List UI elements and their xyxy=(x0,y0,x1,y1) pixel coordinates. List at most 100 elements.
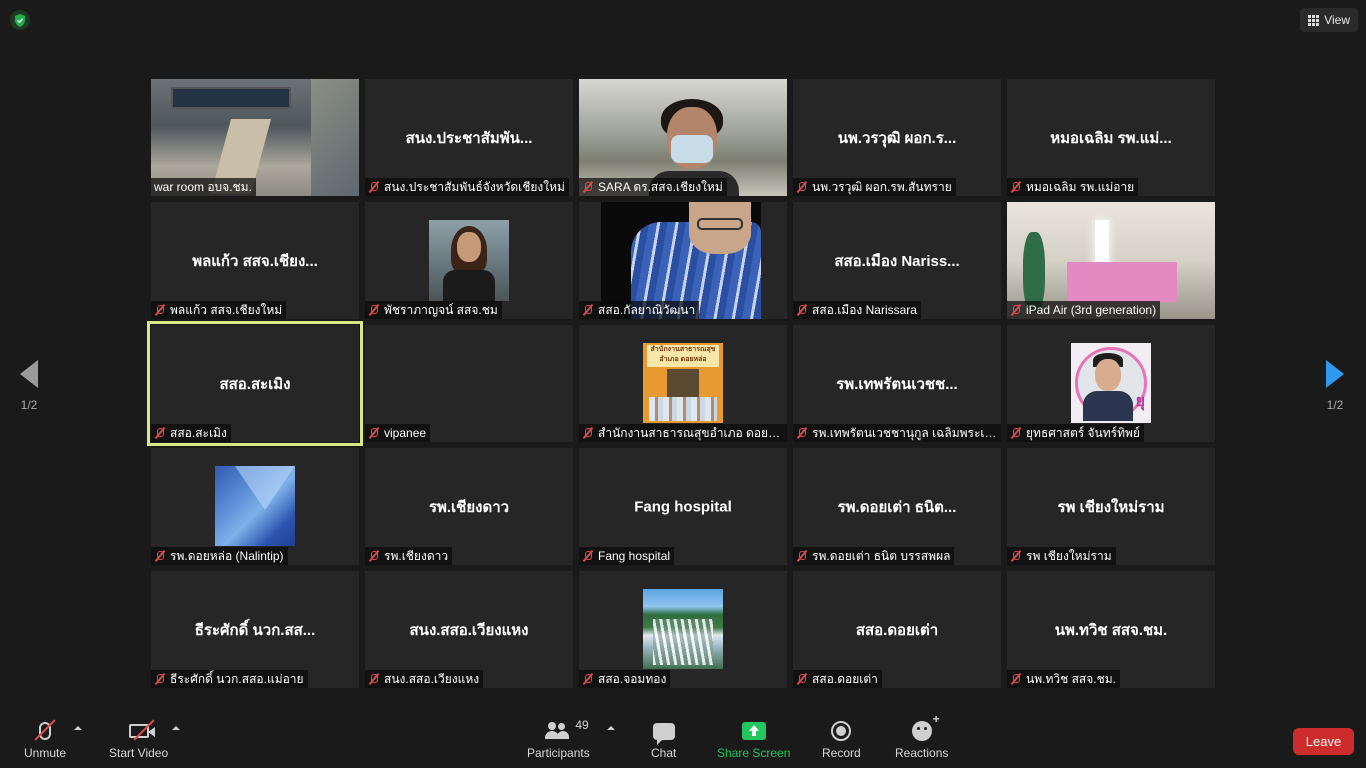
participant-tile[interactable]: พลแก้ว สสจ.เชียง... พลแก้ว สสจ.เชียงใหม่ xyxy=(151,202,359,319)
participant-display-name: สนง.ประชาสัมพัน... xyxy=(405,129,533,147)
share-screen-icon xyxy=(741,718,766,744)
participant-name-label: พลแก้ว สสจ.เชียงใหม่ xyxy=(151,301,287,319)
unmute-button[interactable]: Unmute xyxy=(24,718,66,760)
participant-tile[interactable]: สสอ.ดอยเต่า สสอ.ดอยเต่า xyxy=(793,571,1001,688)
participant-name-label: รพ.เทพรัตนเวชชานุกูล เฉลิมพระเกียรติ xyxy=(793,424,1001,442)
video-options-caret[interactable] xyxy=(172,726,180,730)
participant-tile[interactable]: รพ เชียงใหม่ราม รพ เชียงใหม่ราม xyxy=(1007,448,1215,565)
mic-muted-icon xyxy=(582,673,594,685)
participant-tile[interactable]: รพ.เชียงดาว รพ.เชียงดาว xyxy=(365,448,573,565)
security-shield-icon[interactable] xyxy=(10,10,30,30)
participant-tile[interactable]: หมอเฉลิม รพ.แม่... หมอเฉลิม รพ.แม่อาย xyxy=(1007,79,1215,196)
participant-name-label: สนง.สสอ.เวียงแหง xyxy=(365,670,484,688)
share-screen-button[interactable]: Share Screen xyxy=(717,718,790,760)
previous-page-button[interactable]: 1/2 xyxy=(9,360,49,412)
participant-name-label: war room อบจ.ชม. xyxy=(151,178,256,196)
participant-tile[interactable]: สสอ.เมือง Nariss... สสอ.เมือง Narissara xyxy=(793,202,1001,319)
mic-muted-icon xyxy=(368,427,380,439)
mic-muted-icon xyxy=(796,181,808,193)
reactions-icon xyxy=(911,712,940,744)
mic-muted-icon xyxy=(154,550,166,562)
participant-tile[interactable]: รพ.เทพรัตนเวชช... รพ.เทพรัตนเวชชานุกูล เ… xyxy=(793,325,1001,442)
arrow-left-icon xyxy=(20,360,38,388)
chat-button[interactable]: Chat xyxy=(651,718,676,760)
participant-display-name: หมอเฉลิม รพ.แม่... xyxy=(1050,129,1172,147)
participant-name-label: vipanee xyxy=(365,424,431,442)
mic-muted-icon xyxy=(368,673,380,685)
mic-muted-icon xyxy=(154,673,166,685)
participant-name-label: รพ เชียงใหม่ราม xyxy=(1007,547,1116,565)
mic-muted-icon xyxy=(1010,673,1022,685)
participant-name-label: SARA ดร.สสจ.เชียงใหม่ xyxy=(579,178,727,196)
audio-options-caret[interactable] xyxy=(74,726,82,730)
active-speaker-tile[interactable]: สสอ.สะเมิง สสอ.สะเมิง xyxy=(147,321,363,446)
participant-name-label: ธีระศักดิ์ นวก.สสอ.แม่อาย xyxy=(151,670,308,688)
participants-options-caret[interactable] xyxy=(607,726,615,730)
participant-tile[interactable]: iPad Air (3rd generation) xyxy=(1007,202,1215,319)
profile-picture xyxy=(429,220,509,302)
participant-tile[interactable]: ธีระศักดิ์ นวก.สส... ธีระศักดิ์ นวก.สสอ.… xyxy=(151,571,359,688)
participant-tile[interactable]: พัชราภาญจน์ สสจ.ชม xyxy=(365,202,573,319)
participant-tile[interactable]: สสอ.จอมทอง xyxy=(579,571,787,688)
participant-tile[interactable]: Fang hospital Fang hospital xyxy=(579,448,787,565)
participant-display-name: สนง.สสอ.เวียงแหง xyxy=(409,621,529,639)
participant-tile[interactable]: vipanee xyxy=(365,325,573,442)
mic-muted-icon xyxy=(368,550,380,562)
grid-view-icon xyxy=(1308,14,1320,26)
next-page-button[interactable]: 1/2 xyxy=(1315,360,1355,412)
participant-tile[interactable]: สำนักงานสาธารณสุข อำเภอ ดอยหล่อ สำนักงาน… xyxy=(579,325,787,442)
participant-display-name: รพ.เทพรัตนเวชช... xyxy=(836,375,958,393)
participant-tile[interactable]: รพ.ดอยเต่า ธนิต... รพ.ดอยเต่า ธนิต บรรสพ… xyxy=(793,448,1001,565)
mic-muted-icon xyxy=(582,304,594,316)
mic-muted-icon xyxy=(796,550,808,562)
participant-name-label: รพ.ดอยเต่า ธนิต บรรสพผล xyxy=(793,547,955,565)
participants-button[interactable]: 49 Participants xyxy=(527,718,590,760)
mic-muted-icon xyxy=(1010,550,1022,562)
page-indicator-right: 1/2 xyxy=(1326,398,1344,412)
participant-name-label: สสอ.สะเมิง xyxy=(151,424,231,442)
participant-tile[interactable]: ยุ ยุทธศาสตร์ จันทร์ทิพย์ xyxy=(1007,325,1215,442)
page-indicator-left: 1/2 xyxy=(20,398,38,412)
participant-display-name: รพ.เชียงดาว xyxy=(428,498,510,516)
participant-name-label: สนง.ประชาสัมพันธ์จังหวัดเชียงใหม่ xyxy=(365,178,569,196)
participant-display-name: พลแก้ว สสจ.เชียง... xyxy=(192,252,318,270)
view-button[interactable]: View xyxy=(1300,8,1358,32)
avatar-logo-text: ยุ xyxy=(1135,391,1145,410)
participant-tile[interactable]: สนง.สสอ.เวียงแหง สนง.สสอ.เวียงแหง xyxy=(365,571,573,688)
reactions-button[interactable]: Reactions xyxy=(895,712,948,760)
participant-name-label: สสอ.ดอยเต่า xyxy=(793,670,882,688)
profile-picture: สำนักงานสาธารณสุข อำเภอ ดอยหล่อ xyxy=(643,343,723,423)
participant-tile[interactable]: war room อบจ.ชม. xyxy=(151,79,359,196)
participant-name-label: รพ.ดอยหล่อ (Nalintip) xyxy=(151,547,288,565)
participant-name-label: หมอเฉลิม รพ.แม่อาย xyxy=(1007,178,1139,196)
arrow-right-icon xyxy=(1326,360,1344,388)
participant-tile[interactable]: สสอ.กัลยาณิวัฒนา xyxy=(579,202,787,319)
participants-count: 49 xyxy=(575,718,589,732)
participant-tile[interactable]: นพ.วรวุฒิ ผอก.ร... นพ.วรวุฒิ ผอก.รพ.สันท… xyxy=(793,79,1001,196)
participant-tile[interactable]: SARA ดร.สสจ.เชียงใหม่ xyxy=(579,79,787,196)
mic-muted-icon xyxy=(796,673,808,685)
start-video-button[interactable]: Start Video xyxy=(109,718,168,760)
profile-picture xyxy=(215,466,295,546)
mic-muted-icon xyxy=(154,427,166,439)
mic-muted-icon xyxy=(154,304,166,316)
profile-picture xyxy=(643,589,723,669)
meeting-toolbar: Unmute Start Video 49 Participants Chat … xyxy=(0,700,1366,768)
participant-name-label: Fang hospital xyxy=(579,547,675,565)
participant-tile[interactable]: รพ.ดอยหล่อ (Nalintip) xyxy=(151,448,359,565)
participant-tile[interactable]: สนง.ประชาสัมพัน... สนง.ประชาสัมพันธ์จังห… xyxy=(365,79,573,196)
participant-display-name: ธีระศักดิ์ นวก.สส... xyxy=(194,621,316,639)
participant-display-name: นพ.ทวิช สสจ.ชม. xyxy=(1054,621,1168,639)
microphone-muted-icon xyxy=(34,718,56,744)
participant-name-label: พัชราภาญจน์ สสจ.ชม xyxy=(365,301,502,319)
mic-muted-icon xyxy=(796,427,808,439)
participant-display-name: รพ เชียงใหม่ราม xyxy=(1057,498,1165,516)
participant-tile[interactable]: นพ.ทวิช สสจ.ชม. นพ.ทวิช สสจ.ชม. xyxy=(1007,571,1215,688)
leave-button[interactable]: Leave xyxy=(1293,728,1354,755)
participant-name-label: iPad Air (3rd generation) xyxy=(1007,301,1161,319)
mic-muted-icon xyxy=(1010,427,1022,439)
participant-name-label: สสอ.จอมทอง xyxy=(579,670,671,688)
record-button[interactable]: Record xyxy=(822,718,861,760)
participant-name-label: นพ.ทวิช สสจ.ชม. xyxy=(1007,670,1120,688)
gallery-view: war room อบจ.ชม. สนง.ประชาสัมพัน... สนง.… xyxy=(147,79,1215,688)
